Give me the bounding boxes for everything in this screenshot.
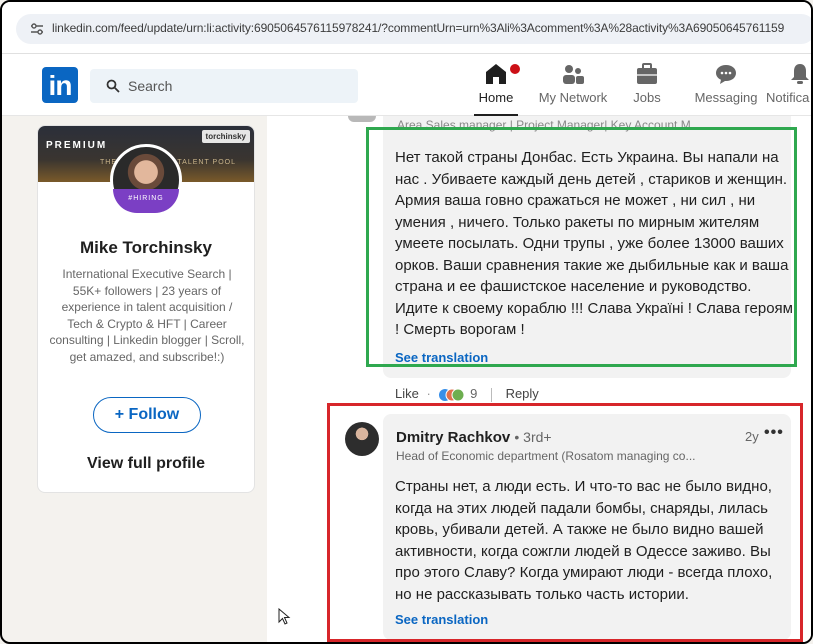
follow-button[interactable]: + Follow	[93, 397, 201, 433]
reply-button[interactable]: Reply	[506, 386, 539, 401]
nav-messaging-label: Messaging	[694, 90, 758, 105]
notification-dot	[508, 62, 522, 76]
browser-address-bar: linkedin.com/feed/update/urn:li:activity…	[2, 2, 811, 54]
action-divider	[490, 387, 492, 402]
nav-notifications-label: Notifica	[766, 90, 810, 105]
nav-my-network[interactable]: My Network	[535, 60, 611, 112]
like-button[interactable]: Like	[395, 386, 419, 401]
nav-home-label: Home	[478, 90, 514, 105]
search-input[interactable]: Search	[90, 69, 358, 103]
home-icon	[486, 64, 506, 84]
reactions-icon[interactable]	[438, 388, 465, 402]
site-settings-icon[interactable]	[28, 20, 46, 38]
nav-notifications[interactable]: Notifica	[766, 60, 811, 112]
premium-label: PREMIUM	[46, 140, 108, 151]
comment-actions: Like · 9 Reply	[395, 386, 539, 402]
highlight-box-red	[327, 403, 803, 642]
browser-window: linkedin.com/feed/update/urn:li:activity…	[0, 0, 813, 644]
commenter-avatar[interactable]	[348, 116, 376, 122]
action-separator: ·	[426, 386, 431, 401]
nav-jobs[interactable]: Jobs	[627, 60, 667, 112]
view-full-profile-link[interactable]: View full profile	[38, 455, 254, 473]
nav-messaging[interactable]: Messaging	[694, 60, 758, 112]
linkedin-logo[interactable]: in	[42, 67, 78, 103]
reaction-count[interactable]: 9	[470, 386, 477, 401]
nav-home[interactable]: Home	[474, 60, 522, 116]
bell-icon	[791, 64, 809, 84]
network-icon	[563, 65, 584, 84]
linkedin-top-nav: in Search Home My Network Jobs Messaging…	[2, 54, 811, 116]
profile-card: PREMIUM torchinsky THE TALENT POOL #HIRI…	[37, 125, 255, 493]
profile-avatar[interactable]: #HIRING	[110, 144, 182, 216]
url-text[interactable]: linkedin.com/feed/update/urn:li:activity…	[52, 21, 784, 35]
mouse-cursor-icon	[278, 608, 291, 625]
nav-jobs-label: Jobs	[633, 90, 661, 105]
banner-text-right: TALENT POOL	[177, 159, 236, 166]
profile-headline: International Executive Search | 55K+ fo…	[49, 267, 245, 364]
profile-name[interactable]: Mike Torchinsky	[38, 238, 254, 258]
banner-brand: torchinsky	[201, 130, 250, 143]
search-placeholder: Search	[128, 78, 173, 94]
nav-my-network-label: My Network	[538, 90, 608, 105]
search-icon	[106, 79, 120, 93]
highlight-box-green	[366, 127, 797, 367]
hiring-badge: #HIRING	[113, 189, 179, 213]
messaging-icon	[716, 65, 736, 84]
briefcase-icon	[637, 63, 657, 84]
